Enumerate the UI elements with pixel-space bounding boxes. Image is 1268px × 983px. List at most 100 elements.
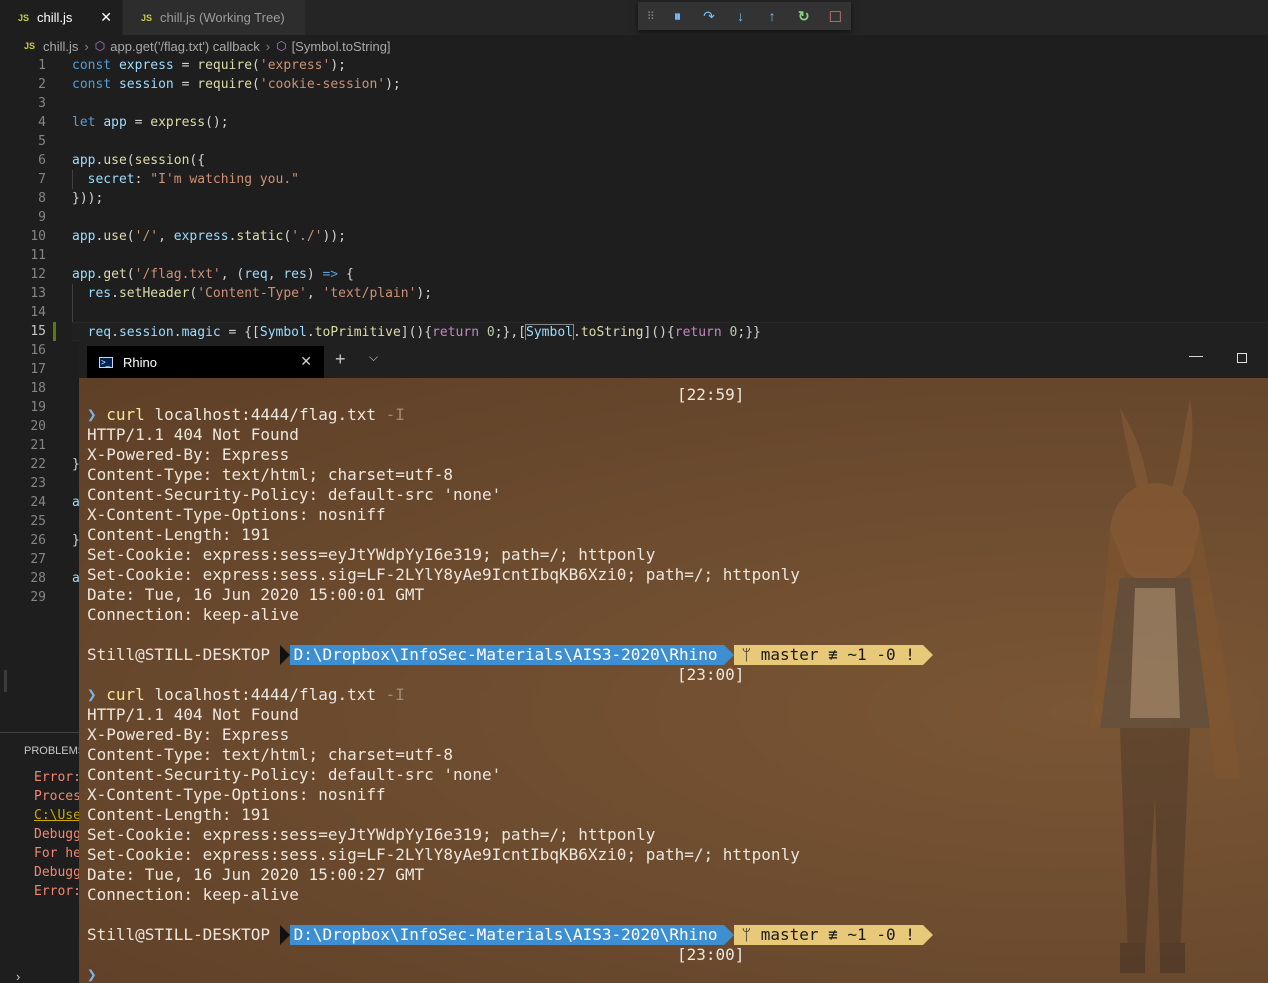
line-number: 5 <box>38 134 46 149</box>
prompt-separator <box>723 925 734 945</box>
command-flag: -I <box>385 685 405 704</box>
panel-output-line: Proces <box>34 789 79 804</box>
new-tab-button[interactable]: + <box>335 349 346 370</box>
tab-chill-js[interactable]: JS chill.js ✕ <box>0 0 122 35</box>
panel-output-line: For he <box>34 846 79 861</box>
command-line: ❯ curl localhost:4444/flag.txt -I <box>87 685 405 705</box>
line-number: 20 <box>30 419 46 434</box>
line-number: 22 <box>30 457 46 472</box>
output-line: HTTP/1.1 404 Not Found <box>87 705 299 724</box>
line-number: 11 <box>30 248 46 263</box>
line-number: 17 <box>30 362 46 377</box>
breadcrumb-callback[interactable]: app.get('/flag.txt') callback <box>110 39 259 54</box>
line-number: 15 <box>30 324 46 339</box>
step-over-icon[interactable]: ↷ <box>693 2 725 30</box>
panel-output-line: Error: <box>34 770 79 785</box>
line-number: 25 <box>30 514 46 529</box>
output-line: Set-Cookie: express:sess=eyJtYWdpYyI6e31… <box>87 545 656 564</box>
output-line: Date: Tue, 16 Jun 2020 15:00:27 GMT <box>87 865 425 884</box>
js-file-icon: JS <box>141 12 153 23</box>
breadcrumb-symbol[interactable]: [Symbol.toString] <box>292 39 391 54</box>
code-line-12: app.get('/flag.txt', (req, res) => { <box>72 267 354 282</box>
step-out-icon[interactable]: ↑ <box>756 2 788 30</box>
close-icon[interactable]: ✕ <box>100 9 112 26</box>
drag-handle-icon[interactable]: ⠿ <box>638 2 662 30</box>
prompt-time: [22:59] <box>677 385 745 404</box>
anime-character-background <box>1090 398 1240 973</box>
line-number: 14 <box>30 305 46 320</box>
output-line: Content-Type: text/html; charset=utf-8 <box>87 465 454 484</box>
git-modified-marker <box>53 322 56 341</box>
terminal-tab-rhino[interactable]: >_ Rhino ✕ <box>87 346 324 378</box>
breadcrumb-separator: › <box>265 38 271 54</box>
output-line: X-Content-Type-Options: nosniff <box>87 785 386 804</box>
chevron-right-icon[interactable]: › <box>16 969 20 983</box>
line-number: 23 <box>30 476 46 491</box>
input-line: ❯ <box>87 965 97 983</box>
command-flag: -I <box>385 405 405 424</box>
line-number: 4 <box>38 115 46 130</box>
terminal-titlebar[interactable]: >_ Rhino ✕ + ⌵ — <box>79 340 1268 378</box>
output-line: Content-Length: 191 <box>87 525 271 544</box>
line-number: 18 <box>30 381 46 396</box>
output-line: Content-Length: 191 <box>87 805 271 824</box>
panel-output-link[interactable]: C:\Use <box>34 808 79 823</box>
stop-icon[interactable]: □ <box>819 2 851 30</box>
close-icon[interactable]: ✕ <box>300 353 312 370</box>
output-line: X-Powered-By: Express <box>87 445 290 464</box>
code-line-13: res.setHeader('Content-Type', 'text/plai… <box>87 286 433 301</box>
output-line: Content-Security-Policy: default-src 'no… <box>87 765 502 784</box>
tab-chill-js-working-tree[interactable]: JS chill.js (Working Tree) <box>122 0 305 35</box>
line-number: 9 <box>38 210 46 225</box>
terminal-output[interactable]: [22:59] ❯ curl localhost:4444/flag.txt -I… <box>79 378 1268 983</box>
breadcrumb: JS chill.js › ⬡ app.get('/flag.txt') cal… <box>0 35 1268 57</box>
code-line-15: req.session.magic = {[Symbol.toPrimitive… <box>72 322 1268 341</box>
maximize-button[interactable] <box>1237 353 1247 363</box>
problems-panel: PROBLEMS Error: Proces C:\Use Debugg For… <box>0 732 85 983</box>
line-number: 7 <box>38 172 46 187</box>
prompt-separator <box>723 645 734 665</box>
panel-output-line: Error: <box>34 884 79 899</box>
chevron-down-icon[interactable]: ⌵ <box>369 350 378 365</box>
editor-tab-bar: JS chill.js ✕ JS chill.js (Working Tree) <box>0 0 1268 35</box>
command-args: localhost:4444/flag.txt <box>144 685 386 704</box>
line-number: 12 <box>30 267 46 282</box>
tab-label: chill.js <box>37 10 73 25</box>
minimize-button[interactable]: — <box>1189 347 1203 363</box>
js-file-icon: JS <box>24 41 36 51</box>
line-number: 28 <box>30 571 46 586</box>
code-line-8: })); <box>72 191 104 206</box>
output-line: X-Powered-By: Express <box>87 725 290 744</box>
output-line: Date: Tue, 16 Jun 2020 15:00:01 GMT <box>87 585 425 604</box>
prompt-path: D:\Dropbox\InfoSec-Materials\AIS3-2020\R… <box>289 925 724 945</box>
breadcrumb-separator: › <box>84 38 89 54</box>
symbol-method-icon: ⬡ <box>276 39 287 53</box>
output-line: Content-Type: text/html; charset=utf-8 <box>87 745 454 764</box>
panel-tab-problems[interactable]: PROBLEMS <box>24 745 85 757</box>
code-editor[interactable]: const express = require('express'); cons… <box>72 56 1268 341</box>
panel-output-line: Debugg <box>34 865 79 880</box>
terminal-window: >_ Rhino ✕ + ⌵ — [22:59] ❯ curl localhost… <box>79 340 1268 983</box>
command-line: ❯ curl localhost:4444/flag.txt -I <box>87 405 405 425</box>
line-number: 8 <box>38 191 46 206</box>
restart-icon[interactable]: ↻ <box>788 2 820 30</box>
line-number: 26 <box>30 533 46 548</box>
debug-toolbar: ⠿ ⏸ ↷ ↓ ↑ ↻ □ <box>638 2 851 30</box>
step-into-icon[interactable]: ↓ <box>725 2 757 30</box>
command-name: curl <box>106 405 145 424</box>
line-number: 13 <box>30 286 46 301</box>
prompt-git-status: ᛘ master ≢ ~1 -0 ! <box>733 925 923 945</box>
panel-output-line: Debugg <box>34 827 79 842</box>
prompt-arrow-icon: ❯ <box>87 685 97 704</box>
output-line: Content-Security-Policy: default-src 'no… <box>87 485 502 504</box>
js-file-icon: JS <box>18 12 30 23</box>
prompt-user: Still@STILL-DESKTOP <box>87 645 280 664</box>
breadcrumb-file[interactable]: chill.js <box>43 39 78 54</box>
scrollbar[interactable] <box>4 670 7 692</box>
pause-icon[interactable]: ⏸ <box>662 2 694 30</box>
powershell-icon: >_ <box>99 356 113 368</box>
terminal-tab-title: Rhino <box>123 354 157 370</box>
output-line: Connection: keep-alive <box>87 885 299 904</box>
